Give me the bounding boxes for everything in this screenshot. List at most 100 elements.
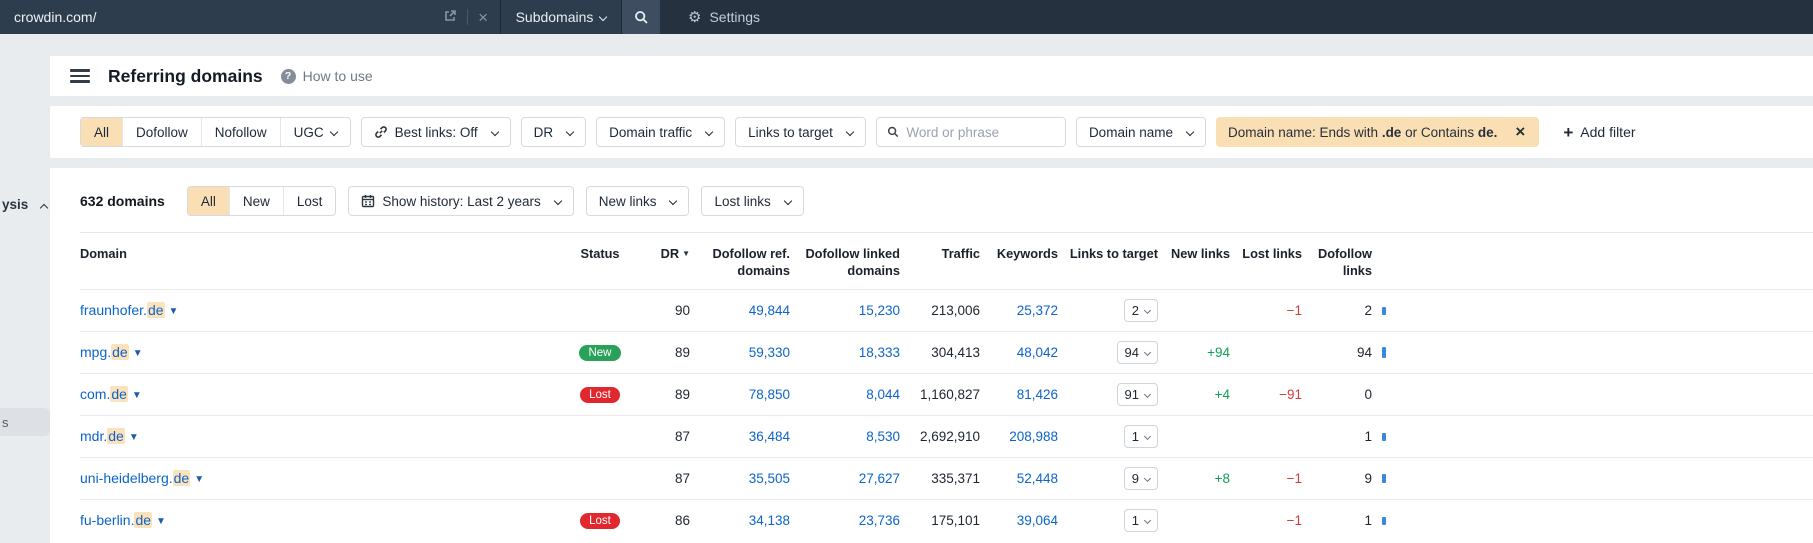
remove-filter-icon[interactable]: × [1507,122,1533,142]
domain-link[interactable]: com.de [80,386,128,403]
lost-links-value[interactable]: −1 [1287,513,1302,528]
show-history-button[interactable]: Show history: Last 2 years [348,186,574,216]
add-filter-button[interactable]: + Add filter [1563,124,1635,141]
col-dofollow-links[interactable]: Dofollow links [1302,233,1372,289]
new-links-value[interactable]: +4 [1215,387,1230,402]
domain-caret-icon[interactable]: ▼ [133,348,143,359]
open-in-new-icon[interactable] [443,9,457,26]
dofollow-links-bar [1382,432,1386,441]
lost-links-value[interactable]: −1 [1287,471,1302,486]
col-lost-links[interactable]: Lost links [1230,233,1302,289]
dofollow-linked-value[interactable]: 8,530 [866,429,900,444]
links-to-target-filter-button[interactable]: Links to target [735,117,866,147]
segment-all[interactable]: All [81,118,123,146]
new-links-value[interactable]: +94 [1207,345,1230,360]
segment-nofollow[interactable]: Nofollow [200,118,280,146]
dofollow-ref-value[interactable]: 34,138 [749,513,790,528]
col-dofollow-linked[interactable]: Dofollow linked domains [790,233,900,289]
dofollow-ref-value[interactable]: 59,330 [749,345,790,360]
col-new-links[interactable]: New links [1158,233,1230,289]
keywords-value[interactable]: 48,042 [1017,345,1058,360]
clear-target-icon[interactable]: × [478,9,488,26]
dofollow-linked-value[interactable]: 18,333 [859,345,900,360]
domain-traffic-filter-button[interactable]: Domain traffic [596,117,726,147]
col-status[interactable]: Status [560,233,640,289]
segment-status-all[interactable]: All [187,187,229,215]
target-input[interactable]: crowdin.com/ × [0,0,500,34]
dofollow-links-value: 1 [1302,498,1372,542]
dofollow-linked-value[interactable]: 27,627 [859,471,900,486]
links-to-target-select[interactable]: 2 [1123,298,1158,322]
col-domain[interactable]: Domain [80,233,560,289]
segment-ugc[interactable]: UGC [279,118,350,146]
dofollow-linked-value[interactable]: 8,044 [866,387,900,402]
keywords-value[interactable]: 25,372 [1017,303,1058,318]
domain-caret-icon[interactable]: ▼ [169,306,179,317]
links-to-target-select[interactable]: 1 [1123,424,1158,448]
col-dofollow-ref[interactable]: Dofollow ref. domains [690,233,791,289]
gear-icon: ⚙ [688,9,702,26]
domain-caret-icon[interactable]: ▼ [129,432,139,443]
lost-links-button[interactable]: Lost links [701,186,804,216]
domain-name-filter-button[interactable]: Domain name [1075,117,1206,147]
traffic-value: 213,006 [900,288,980,332]
col-traffic[interactable]: Traffic [900,233,980,289]
keywords-value[interactable]: 81,426 [1017,387,1058,402]
domain-caret-icon[interactable]: ▼ [156,516,166,527]
best-links-button[interactable]: Best links: Off [360,117,511,147]
dofollow-ref-value[interactable]: 36,484 [749,429,790,444]
keywords-value[interactable]: 39,064 [1017,513,1058,528]
menu-icon[interactable] [70,69,90,83]
results-toolbar: 632 domains All New Lost Show history: L… [80,186,1813,233]
dr-value: 89 [640,330,690,374]
new-links-value[interactable]: +8 [1215,471,1230,486]
lost-links-value[interactable]: −91 [1279,387,1302,402]
lost-links-value[interactable]: −1 [1287,303,1302,318]
links-to-target-select[interactable]: 94 [1116,340,1158,364]
sidebar-partial-item[interactable]: s [0,408,50,436]
links-to-target-select[interactable]: 1 [1123,508,1158,532]
sidebar-partial-section[interactable]: ysis [2,197,49,213]
segment-status-new[interactable]: New [228,187,283,215]
domain-caret-icon[interactable]: ▼ [194,474,204,485]
chevron-down-icon [783,196,793,206]
how-to-use-link[interactable]: ? How to use [280,68,373,84]
domain-link[interactable]: fu-berlin.de [80,512,153,529]
word-search-input[interactable] [906,124,1055,140]
chevron-down-icon [490,127,499,137]
keywords-value[interactable]: 208,988 [1009,429,1058,444]
mode-dropdown[interactable]: Subdomains [501,0,621,34]
dofollow-ref-value[interactable]: 49,844 [749,303,790,318]
segment-dofollow[interactable]: Dofollow [122,118,201,146]
chevron-down-icon [1143,432,1152,440]
links-to-target-select[interactable]: 91 [1116,382,1158,406]
filter-match-highlight: de [107,428,125,445]
word-search-field[interactable] [875,117,1066,147]
domain-caret-icon[interactable]: ▼ [132,390,142,401]
dofollow-links-bar [1382,474,1386,484]
settings-button[interactable]: ⚙ Settings [688,0,760,34]
domain-link[interactable]: uni-heidelberg.de [80,470,191,487]
filter-match-highlight: de [110,386,128,403]
dofollow-ref-value[interactable]: 78,850 [749,387,790,402]
search-button[interactable] [622,0,660,34]
table-row: com.de ▼ Lost 89 78,850 8,044 1,160,827 8… [80,372,1813,416]
col-links-to-target[interactable]: Links to target [1058,233,1158,289]
chevron-down-icon [599,12,608,22]
filter-match-highlight: de [134,512,153,529]
dofollow-linked-value[interactable]: 23,736 [859,513,900,528]
links-to-target-select[interactable]: 9 [1123,466,1158,490]
domain-link[interactable]: mpg.de [80,344,129,361]
dofollow-ref-value[interactable]: 35,505 [749,471,790,486]
dofollow-linked-value[interactable]: 15,230 [859,303,900,318]
segment-status-lost[interactable]: Lost [282,187,336,215]
col-dr[interactable]: DR ▼ [640,233,690,289]
dr-filter-button[interactable]: DR [520,117,587,147]
new-links-button[interactable]: New links [585,186,690,216]
domain-link[interactable]: mdr.de [80,428,125,445]
table-row: mpg.de ▼ New 89 59,330 18,333 304,413 48,… [80,330,1813,374]
col-keywords[interactable]: Keywords [980,233,1058,289]
domain-link[interactable]: fraunhofer.de [80,302,165,319]
keywords-value[interactable]: 52,448 [1017,471,1058,486]
table-row: uni-heidelberg.de ▼ 87 35,505 27,627 335,… [80,456,1813,500]
